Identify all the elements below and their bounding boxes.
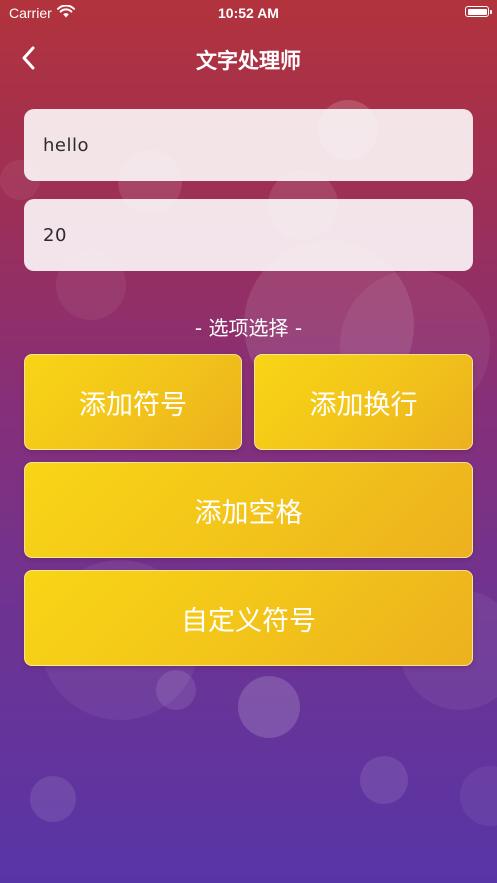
- background-bokeh: [460, 766, 497, 826]
- status-bar: Carrier 10:52 AM: [0, 0, 497, 26]
- battery-level: [467, 8, 487, 15]
- custom-symbol-button[interactable]: 自定义符号: [24, 570, 473, 666]
- background-bokeh: [156, 670, 196, 710]
- text-input[interactable]: [24, 109, 473, 181]
- add-newline-button[interactable]: 添加换行: [254, 354, 473, 450]
- battery-icon: [465, 6, 492, 17]
- options-section-label: - 选项选择 -: [194, 316, 303, 340]
- count-input[interactable]: [24, 199, 473, 271]
- page-title: 文字处理师: [196, 49, 301, 73]
- add-symbol-button[interactable]: 添加符号: [24, 354, 242, 450]
- background-bokeh: [360, 756, 408, 804]
- background-bokeh: [238, 676, 300, 738]
- background-bokeh: [30, 776, 76, 822]
- add-space-button[interactable]: 添加空格: [24, 462, 473, 558]
- status-time: 10:52 AM: [218, 5, 279, 21]
- navigation-bar: 文字处理师: [0, 36, 497, 80]
